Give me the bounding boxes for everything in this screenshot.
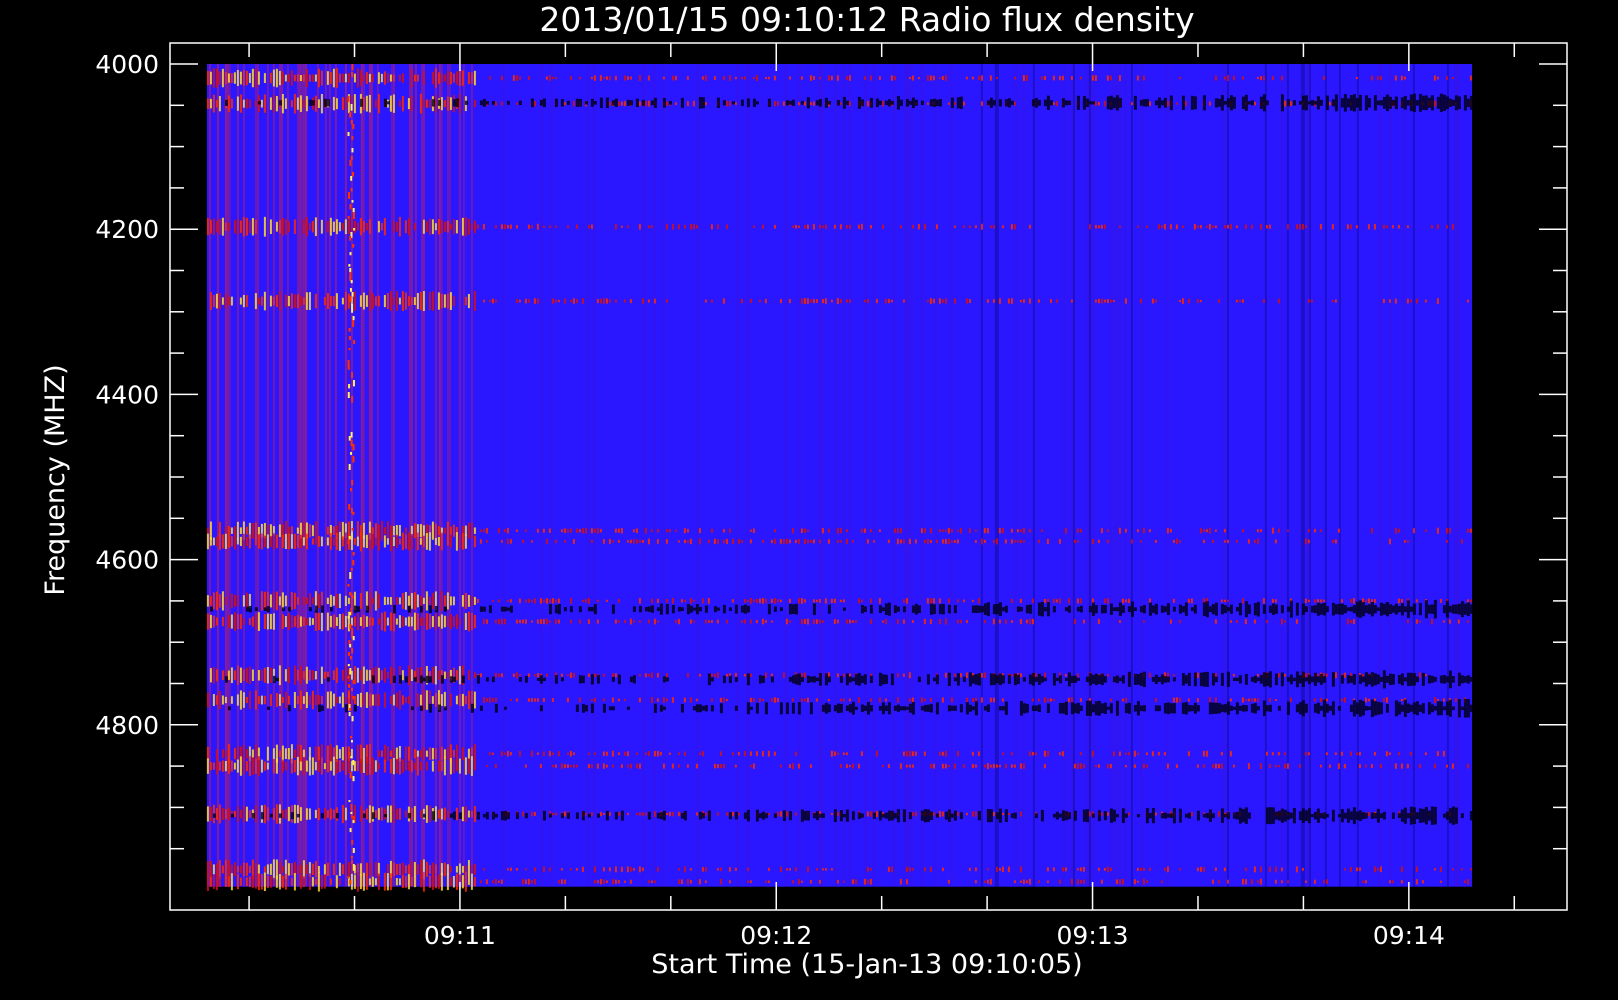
y-tick-label: 4800	[95, 711, 159, 740]
spectrogram-chart: 2013/01/15 09:10:12 Radio flux density 4…	[40, 0, 1568, 980]
y-axis-label: Frequency (MHZ)	[40, 364, 71, 595]
chart-title: 2013/01/15 09:10:12 Radio flux density	[539, 0, 1194, 39]
y-tick-label: 4600	[95, 546, 159, 575]
heatmap-image	[206, 64, 1473, 892]
y-tick-label: 4200	[95, 215, 159, 244]
x-tick-label: 09:13	[1057, 921, 1129, 950]
x-tick-label: 09:11	[424, 921, 496, 950]
x-tick-label: 09:12	[740, 921, 812, 950]
y-tick-label: 4000	[95, 50, 159, 79]
x-axis-label: Start Time (15-Jan-13 09:10:05)	[651, 949, 1082, 980]
y-tick-label: 4400	[95, 380, 159, 409]
x-tick-label: 09:14	[1373, 921, 1445, 950]
